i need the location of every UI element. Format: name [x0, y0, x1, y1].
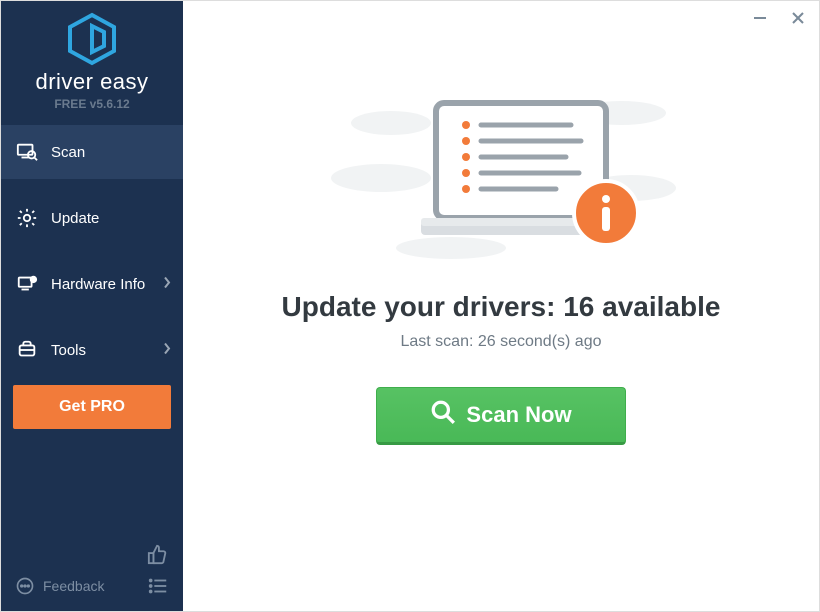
get-pro-button[interactable]: Get PRO	[13, 385, 171, 429]
tools-icon	[15, 338, 39, 362]
feedback-button[interactable]: Feedback	[15, 576, 104, 596]
app-window: driver easy FREE v5.6.12 Scan	[0, 0, 820, 612]
logo-area: driver easy FREE v5.6.12	[1, 1, 183, 117]
headline-count: 16	[563, 291, 594, 322]
window-controls	[749, 7, 809, 29]
sidebar-item-tools[interactable]: Tools	[1, 323, 183, 377]
scan-now-label: Scan Now	[466, 402, 571, 428]
main-panel: Update your drivers: 16 available Last s…	[183, 1, 819, 611]
sidebar-item-update[interactable]: Update	[1, 191, 183, 245]
sidebar-item-label: Tools	[51, 342, 86, 359]
headline-suffix: available	[594, 291, 720, 322]
gear-icon	[15, 206, 39, 230]
version-label: FREE v5.6.12	[1, 97, 183, 111]
headline: Update your drivers: 16 available	[183, 291, 819, 323]
chevron-right-icon	[163, 276, 171, 293]
sidebar: driver easy FREE v5.6.12 Scan	[1, 1, 183, 611]
magnify-icon	[430, 399, 456, 431]
sidebar-item-label: Scan	[51, 144, 85, 161]
sidebar-item-label: Update	[51, 210, 99, 227]
close-button[interactable]	[787, 7, 809, 29]
hardware-info-icon: i	[15, 272, 39, 296]
thumbs-up-icon[interactable]	[147, 543, 169, 565]
brand-name: driver easy	[1, 69, 183, 95]
sidebar-bottom: Feedback	[1, 533, 183, 611]
logo-icon	[1, 11, 183, 67]
sidebar-item-hardware-info[interactable]: i Hardware Info	[1, 257, 183, 311]
scan-icon	[15, 140, 39, 164]
laptop-illustration	[291, 83, 711, 263]
feedback-icon	[15, 576, 35, 596]
sidebar-item-scan[interactable]: Scan	[1, 125, 183, 179]
menu-icon[interactable]	[147, 575, 169, 597]
feedback-label: Feedback	[43, 578, 104, 594]
get-pro-label: Get PRO	[59, 398, 125, 415]
last-scan-text: Last scan: 26 second(s) ago	[183, 333, 819, 351]
sidebar-item-label: Hardware Info	[51, 276, 145, 293]
headline-prefix: Update your drivers:	[282, 291, 564, 322]
scan-now-button[interactable]: Scan Now	[376, 387, 626, 445]
chevron-right-icon	[163, 342, 171, 359]
nav: Scan Update	[1, 125, 183, 429]
minimize-button[interactable]	[749, 7, 771, 29]
